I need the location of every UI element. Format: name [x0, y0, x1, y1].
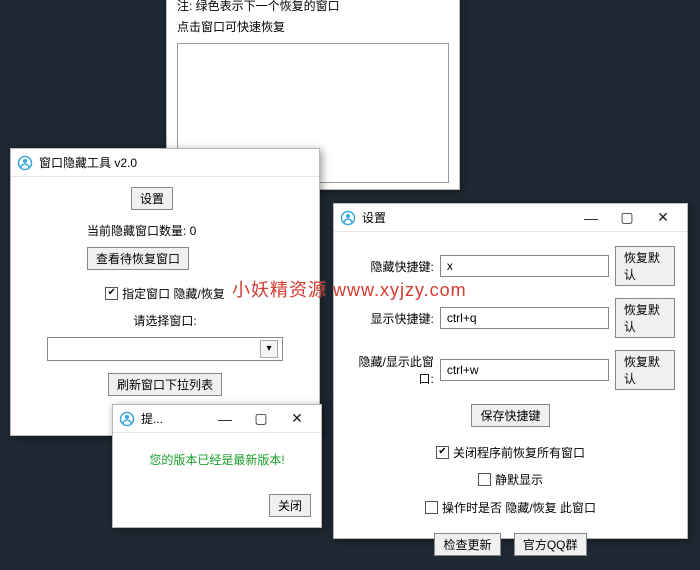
save-hotkeys-button[interactable]: 保存快捷键 [471, 404, 549, 427]
hint-text: 点击窗口可快速恢复 [177, 18, 449, 35]
check-icon [425, 501, 438, 514]
note-text: 注: 绿色表示下一个恢复的窗口 [177, 0, 449, 14]
maximize-button[interactable]: ▢ [243, 407, 279, 431]
chevron-down-icon: ▾ [260, 340, 278, 358]
hidden-count-label: 当前隐藏窗口数量: 0 [87, 222, 299, 239]
operate-checkbox[interactable]: 操作时是否 隐藏/恢复 此窗口 [425, 499, 596, 516]
refresh-dropdown-button[interactable]: 刷新窗口下拉列表 [108, 373, 222, 396]
specify-window-label: 指定窗口 隐藏/恢复 [122, 285, 225, 302]
restore-all-checkbox[interactable]: ✔ 关闭程序前恢复所有窗口 [436, 444, 585, 461]
specify-window-checkbox[interactable]: ✔ 指定窗口 隐藏/恢复 [105, 285, 225, 302]
hide-hotkey-input[interactable] [440, 255, 609, 277]
minimize-button[interactable]: — [573, 206, 609, 230]
show-hotkey-label: 显示快捷键: [346, 310, 434, 327]
close-icon[interactable]: ✕ [645, 206, 681, 230]
check-update-button[interactable]: 检查更新 [434, 533, 500, 556]
show-hotkey-input[interactable] [440, 307, 609, 329]
view-pending-button[interactable]: 查看待恢复窗口 [87, 247, 189, 270]
maximize-button[interactable]: ▢ [609, 206, 645, 230]
prompt-window: 提... — ▢ ✕ 您的版本已经是最新版本! 关闭 [112, 404, 322, 528]
app-icon [17, 155, 33, 171]
silent-label: 静默显示 [495, 471, 543, 488]
window-select[interactable]: ▾ [47, 337, 283, 361]
minimize-button[interactable]: — [207, 407, 243, 431]
main-title: 窗口隐藏工具 v2.0 [39, 154, 137, 171]
restore-all-label: 关闭程序前恢复所有窗口 [453, 444, 585, 461]
prompt-close-button[interactable]: 关闭 [269, 494, 311, 517]
app-icon [340, 210, 356, 226]
reset-hide-button[interactable]: 恢复默认 [615, 246, 675, 286]
reset-show-button[interactable]: 恢复默认 [615, 298, 675, 338]
settings-window: 设置 — ▢ ✕ 隐藏快捷键: 恢复默认 显示快捷键: 恢复默认 隐藏/显示此窗… [333, 203, 688, 539]
silent-checkbox[interactable]: 静默显示 [478, 471, 543, 488]
prompt-message: 您的版本已经是最新版本! [123, 451, 311, 468]
check-icon: ✔ [105, 287, 118, 300]
main-titlebar: 窗口隐藏工具 v2.0 [11, 149, 319, 177]
qq-group-button[interactable]: 官方QQ群 [514, 533, 587, 556]
main-window: 窗口隐藏工具 v2.0 设置 当前隐藏窗口数量: 0 查看待恢复窗口 ✔ 指定窗… [10, 148, 320, 436]
reset-toggle-button[interactable]: 恢复默认 [615, 350, 675, 390]
operate-label: 操作时是否 隐藏/恢复 此窗口 [442, 499, 596, 516]
toggle-hotkey-label: 隐藏/显示此窗口: [346, 353, 434, 387]
toggle-hotkey-input[interactable] [440, 359, 609, 381]
check-icon: ✔ [436, 446, 449, 459]
app-icon [119, 411, 135, 427]
close-icon[interactable]: ✕ [279, 407, 315, 431]
prompt-title: 提... [141, 410, 163, 427]
settings-title: 设置 [362, 209, 386, 226]
prompt-titlebar: 提... — ▢ ✕ [113, 405, 321, 433]
settings-titlebar: 设置 — ▢ ✕ [334, 204, 687, 232]
check-icon [478, 473, 491, 486]
hide-hotkey-label: 隐藏快捷键: [346, 258, 434, 275]
select-window-label: 请选择窗口: [31, 312, 299, 329]
settings-button[interactable]: 设置 [131, 187, 173, 210]
